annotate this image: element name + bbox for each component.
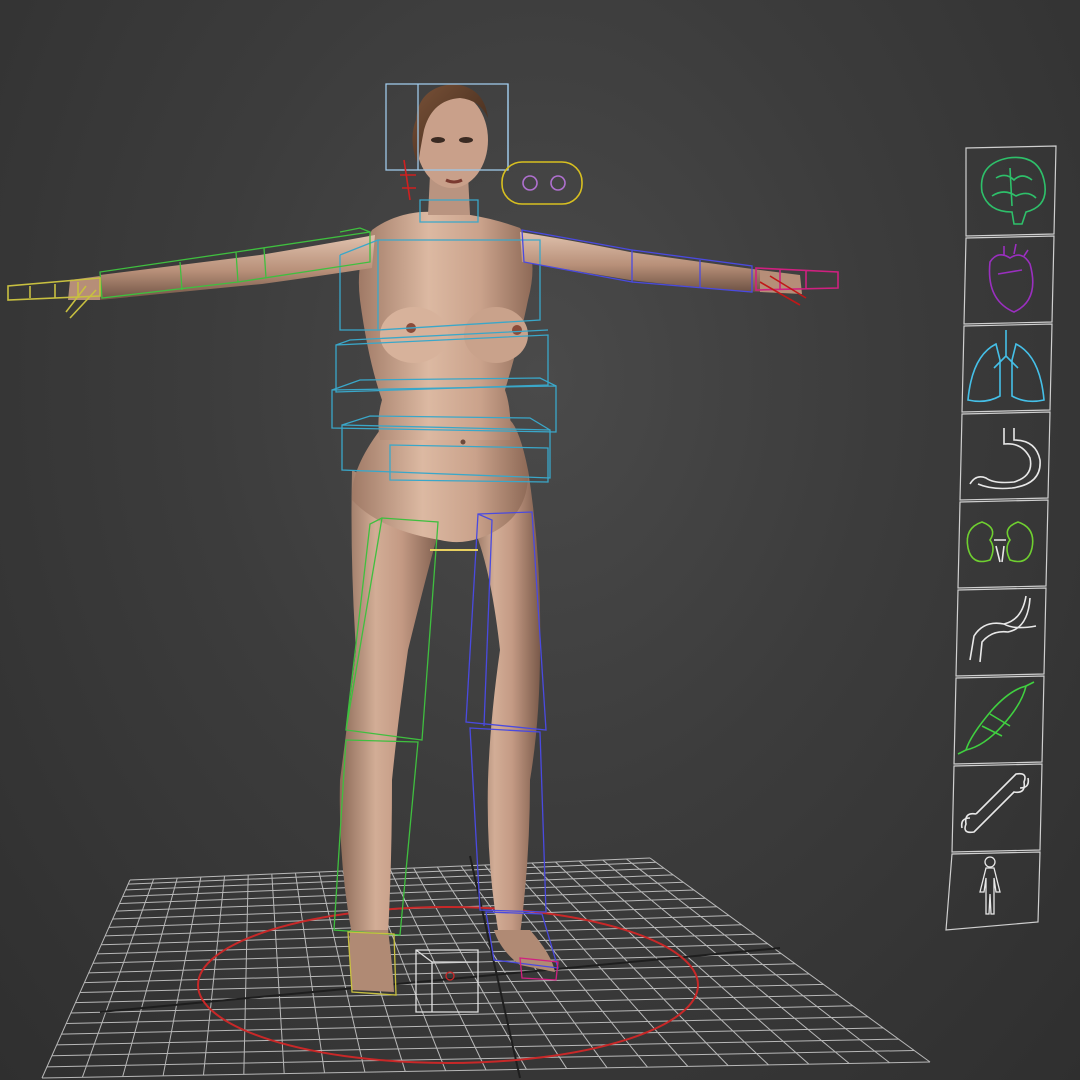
anatomy-button-bone[interactable]	[951, 763, 1043, 853]
neck-control[interactable]	[400, 159, 416, 201]
anatomy-button-lungs[interactable]	[961, 323, 1053, 413]
anatomy-button-brain[interactable]	[965, 145, 1057, 237]
ground-grid	[41, 855, 931, 1079]
anatomy-button-heart[interactable]	[963, 235, 1055, 325]
anatomy-button-muscle[interactable]	[953, 675, 1045, 765]
viewport-scene[interactable]	[0, 0, 1080, 1080]
3d-viewport[interactable]	[0, 0, 1080, 1080]
anatomy-button-full-body[interactable]	[945, 851, 1041, 931]
character-mesh[interactable]	[68, 84, 802, 992]
anatomy-button-intestine[interactable]	[955, 587, 1047, 677]
eye-control[interactable]	[501, 161, 583, 205]
anatomy-button-kidneys[interactable]	[957, 499, 1049, 589]
anatomy-button-stomach[interactable]	[959, 411, 1051, 501]
